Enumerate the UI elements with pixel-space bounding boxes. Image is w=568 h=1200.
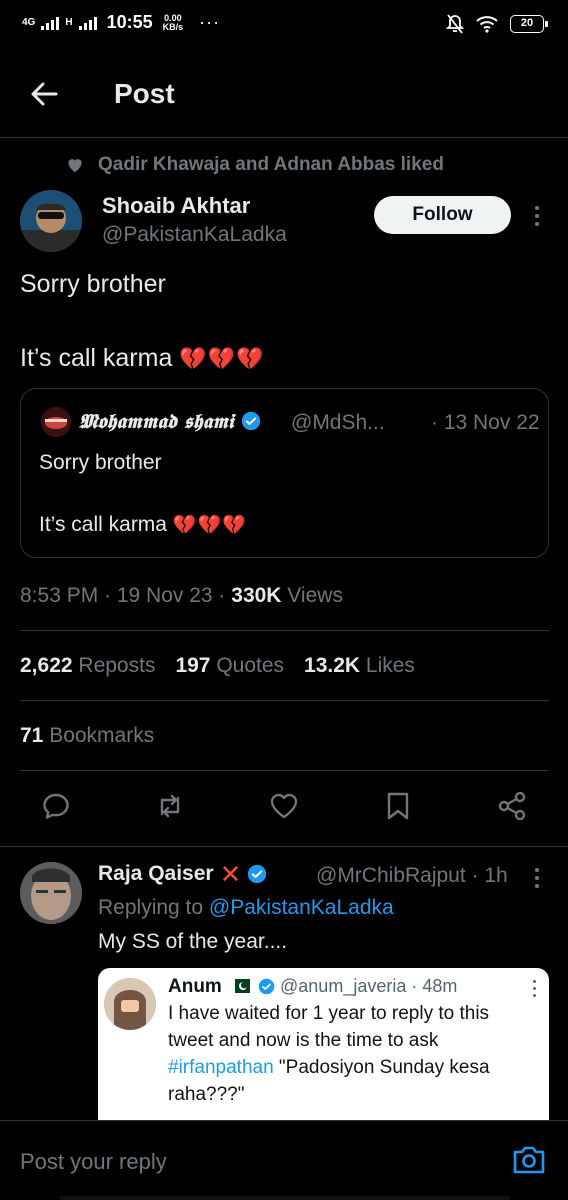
quoted-author-name-text: 𝕸𝖔𝖍𝖆𝖒𝖒𝖆𝖉 𝖘𝖍𝖆𝖒𝖎 xyxy=(79,409,234,433)
clock: 10:55 xyxy=(106,12,153,32)
back-arrow-icon[interactable] xyxy=(28,78,60,110)
tweet-text-karma: It’s call karma xyxy=(20,344,173,372)
page-title: Post xyxy=(114,78,175,109)
embedded-more-icon xyxy=(530,980,538,997)
reposts-label: Reposts xyxy=(72,654,156,677)
bookmarks-count: 71 xyxy=(20,724,44,747)
quotes-label: Quotes xyxy=(210,654,285,677)
reply-image[interactable]: Anum @anum_javeria · 48m I have waited f… xyxy=(98,968,549,1120)
like-heart-icon[interactable] xyxy=(268,790,300,822)
quotes-stat[interactable]: 197 Quotes xyxy=(175,654,284,678)
bookmarks-stat[interactable]: 71 Bookmarks xyxy=(20,724,154,748)
mute-bell-icon xyxy=(446,14,464,34)
quoted-author-name: 𝕸𝖔𝖍𝖆𝖒𝖒𝖆𝖉 𝖘𝖍𝖆𝖒𝖎 xyxy=(79,409,261,433)
bookmarks-label: Bookmarks xyxy=(43,724,155,747)
broken-heart-emojis: 💔💔💔 xyxy=(179,346,265,371)
repost-icon[interactable] xyxy=(154,790,186,822)
speed-unit: KB/s xyxy=(162,21,184,32)
quoted-text-line-2: It’s call karma 💔💔💔 xyxy=(39,513,247,537)
verified-badge-icon xyxy=(248,864,267,884)
signal-icon-2 xyxy=(78,16,97,30)
reply-icon[interactable] xyxy=(40,790,72,822)
replying-to: Replying to @PakistanKaLadka xyxy=(98,896,394,920)
post-meta: 8:53 PM · 19 Nov 23 · 330K Views xyxy=(20,584,343,608)
post-stats: 2,622 Reposts 197 Quotes 13.2K Likes xyxy=(20,654,415,678)
top-app-bar: Post xyxy=(0,62,568,138)
tweet-text-line-1: Sorry brother xyxy=(20,270,166,298)
more-status-icon: ··· xyxy=(199,12,221,32)
embedded-handle: @anum_javeria · 48m xyxy=(258,976,457,997)
embedded-handle-text: @anum_javeria · 48m xyxy=(280,976,458,996)
quoted-date: · 13 Nov 22 xyxy=(431,411,540,434)
quoted-text-karma: It’s call karma xyxy=(39,513,167,536)
heart-icon xyxy=(68,159,82,173)
author-avatar[interactable] xyxy=(20,190,82,252)
verified-badge-icon xyxy=(241,411,260,431)
camera-icon[interactable] xyxy=(512,1145,546,1175)
pakistan-flag-icon xyxy=(230,979,250,993)
status-right: 20 xyxy=(446,14,548,34)
bookmark-icon[interactable] xyxy=(382,790,414,822)
quoted-broken-heart-emojis: 💔💔💔 xyxy=(172,515,247,536)
status-bar: 4G H 10:55 0.00 KB/s ··· 20 xyxy=(0,0,568,52)
reply-handle[interactable]: @MrChibRajput · 1h xyxy=(316,864,508,888)
views-count: 330K xyxy=(231,584,282,607)
reply-author[interactable]: Raja Qaiser ✕ xyxy=(98,859,267,889)
embedded-avatar xyxy=(104,978,156,1030)
quoted-text-line-1: Sorry brother xyxy=(39,451,162,474)
verified-badge-icon xyxy=(258,978,275,995)
system-nav-bar xyxy=(60,1196,510,1200)
tweet-text-line-2: It’s call karma 💔💔💔 xyxy=(20,344,265,373)
battery-icon: 20 xyxy=(510,15,548,33)
section-divider xyxy=(0,846,568,847)
share-icon[interactable] xyxy=(496,790,528,822)
reposts-count: 2,622 xyxy=(20,654,73,677)
reply-text: My SS of the year.... xyxy=(98,930,288,953)
follow-button[interactable]: Follow xyxy=(374,196,511,234)
status-left: 4G H 10:55 0.00 KB/s ··· xyxy=(22,12,220,33)
likes-label: Likes xyxy=(360,654,415,677)
embedded-text-before: I have waited for 1 year to reply to thi… xyxy=(168,1003,490,1051)
reply-compose-bar: Post your reply xyxy=(0,1120,568,1200)
quoted-avatar xyxy=(41,407,71,437)
quoted-handle: @MdSh... xyxy=(291,411,385,434)
action-bar xyxy=(0,790,568,830)
reply-input[interactable]: Post your reply xyxy=(20,1149,167,1175)
social-context-text: Qadir Khawaja and Adnan Abbas liked xyxy=(98,154,444,175)
replying-to-prefix: Replying to xyxy=(98,896,209,919)
network-speed: 0.00 KB/s xyxy=(162,13,184,32)
divider xyxy=(20,770,549,771)
likes-count: 13.2K xyxy=(304,654,361,677)
reply-more-options-icon[interactable] xyxy=(533,868,541,888)
embedded-text: I have waited for 1 year to reply to thi… xyxy=(168,1000,538,1108)
signal-icon xyxy=(41,16,60,30)
quotes-count: 197 xyxy=(175,654,211,677)
author-avatar-image xyxy=(20,190,82,252)
replying-to-link[interactable]: @PakistanKaLadka xyxy=(209,896,394,919)
more-options-icon[interactable] xyxy=(533,206,541,226)
wifi-icon xyxy=(476,16,498,33)
views-label: Views xyxy=(281,584,343,607)
social-context[interactable]: Qadir Khawaja and Adnan Abbas liked xyxy=(66,154,444,176)
divider xyxy=(20,700,549,701)
author-name[interactable]: Shoaib Akhtar xyxy=(102,193,250,219)
likes-stat[interactable]: 13.2K Likes xyxy=(304,654,415,678)
network-type: 4G xyxy=(22,16,36,28)
reply-avatar[interactable] xyxy=(20,862,82,924)
embedded-hashtag: #irfanpathan xyxy=(168,1057,274,1078)
cross-mark-icon: ✕ xyxy=(219,859,242,889)
reply-avatar-image xyxy=(20,862,82,924)
network-type-2: H xyxy=(65,16,73,28)
embedded-author-name: Anum xyxy=(168,976,222,997)
reposts-stat[interactable]: 2,622 Reposts xyxy=(20,654,155,678)
reply-author-name: Raja Qaiser xyxy=(98,862,214,885)
author-handle[interactable]: @PakistanKaLadka xyxy=(102,223,287,247)
quoted-post[interactable]: 𝕸𝖔𝖍𝖆𝖒𝖒𝖆𝖉 𝖘𝖍𝖆𝖒𝖎 @MdSh... · 13 Nov 22 Sorr… xyxy=(20,388,549,558)
divider xyxy=(20,630,549,631)
post-time-date: 8:53 PM · 19 Nov 23 · xyxy=(20,584,232,607)
